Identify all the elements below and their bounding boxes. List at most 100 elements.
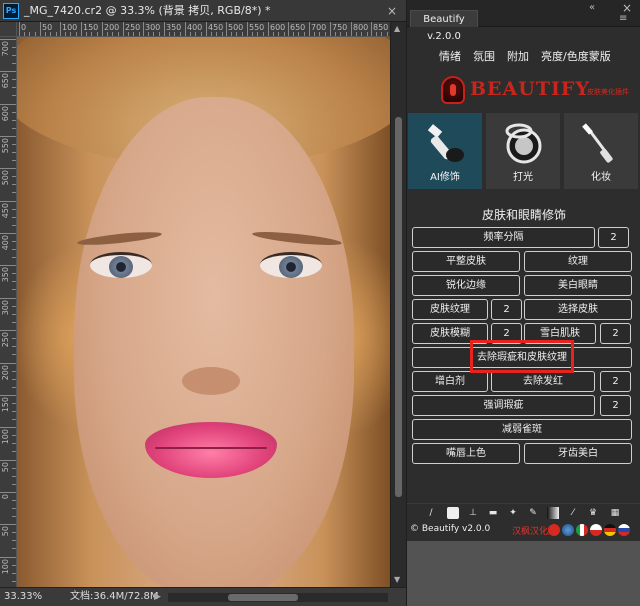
gradient-icon[interactable] [547, 507, 559, 519]
ruler-tick [0, 265, 16, 266]
wand-icon[interactable]: ✦ [507, 507, 519, 519]
collapse-icon[interactable]: « [589, 0, 595, 16]
horizontal-scrollbar[interactable] [168, 593, 388, 602]
italy-flag-icon[interactable] [576, 524, 588, 536]
texture-button[interactable]: 纹理 [524, 251, 632, 272]
grid-icon[interactable]: ▦ [609, 507, 621, 519]
scroll-up-icon[interactable]: ▲ [394, 24, 400, 33]
panel-footer: © Beautify v2.0.0 汉枫汉化版 [407, 521, 640, 541]
remove-redness-count[interactable]: 2 [600, 371, 631, 392]
menu-item-mood[interactable]: 情绪 [439, 48, 461, 66]
category-ai-retouch[interactable]: AI修饰 [408, 113, 482, 189]
scroll-thumb[interactable] [228, 594, 298, 601]
skin-blur-count[interactable]: 2 [491, 323, 522, 344]
ruler-tick [0, 39, 16, 40]
ruler-label: 50 [42, 23, 53, 32]
menu-item-extras[interactable]: 附加 [507, 48, 529, 66]
ruler-minor-tick [12, 128, 16, 129]
emphasize-flaws-button[interactable]: 强调瑕疵 [412, 395, 595, 416]
ruler-minor-tick [133, 32, 134, 36]
close-icon[interactable]: × [387, 0, 397, 22]
ruler-minor-tick [97, 32, 98, 36]
copyright-text: © Beautify v2.0.0 [410, 524, 491, 534]
skin-texture-count[interactable]: 2 [491, 299, 522, 320]
ruler-tick [164, 22, 165, 36]
scroll-down-icon[interactable]: ▼ [394, 575, 400, 584]
document-tab[interactable]: Ps _MG_7420.cr2 @ 33.3% (背景 拷贝, RGB/8*) … [0, 0, 406, 22]
menu-item-luminosity-mask[interactable]: 亮度/色度蒙版 [541, 48, 611, 66]
reduce-freckles-button[interactable]: 减弱雀斑 [412, 419, 632, 440]
whitener-button[interactable]: 增白剂 [412, 371, 488, 392]
dropper-icon[interactable]: ⁄ [567, 507, 579, 519]
paint-brush-icon[interactable]: ✎ [527, 507, 539, 519]
ruler-label: 0 [1, 494, 10, 500]
ruler-minor-tick [12, 249, 16, 250]
ruler-tick [0, 330, 16, 331]
ruler-label: 400 [187, 23, 203, 32]
status-menu-icon[interactable]: ▶ [154, 588, 161, 606]
panel-menu-icon[interactable]: ≡ [619, 13, 627, 25]
photo-canvas[interactable] [17, 37, 390, 587]
ruler-vertical[interactable]: 700 650 600 550 500 450 400 350 300 250 200 150 100 5… [0, 37, 17, 587]
skin-blur-button[interactable]: 皮肤模糊 [412, 323, 488, 344]
skin-texture-button[interactable]: 皮肤纹理 [412, 299, 488, 320]
eraser-icon[interactable]: ▬ [487, 507, 499, 519]
globe-icon[interactable] [562, 524, 574, 536]
ruler-minor-tick [153, 32, 154, 36]
category-makeup[interactable]: 化妆 [564, 113, 638, 189]
ruler-minor-tick [314, 32, 315, 36]
ruler-minor-tick [12, 354, 16, 355]
ruler-tick [0, 427, 16, 428]
snow-skin-button[interactable]: 雪白肌肤 [524, 323, 596, 344]
ruler-minor-tick [12, 403, 16, 404]
ruler-minor-tick [278, 32, 279, 36]
ruler-minor-tick [284, 32, 285, 36]
ruler-label: 50 [1, 462, 10, 473]
frequency-separation-count[interactable]: 2 [598, 227, 629, 248]
ruler-tick [0, 492, 16, 493]
category-lighting[interactable]: 打光 [486, 113, 560, 189]
germany-flag-icon[interactable] [604, 524, 616, 536]
stamp-tool-icon[interactable]: ⊥ [467, 507, 479, 519]
ruler-tick [123, 22, 124, 36]
ruler-corner[interactable] [0, 22, 17, 37]
brush-tool-icon[interactable]: ∕ [425, 507, 437, 519]
ruler-minor-tick [257, 32, 258, 36]
frequency-separation-button[interactable]: 频率分隔 [412, 227, 595, 248]
ruler-minor-tick [56, 32, 57, 36]
ruler-label: 600 [270, 23, 286, 32]
russia-flag-icon[interactable] [618, 524, 630, 536]
ruler-tick [0, 298, 16, 299]
smooth-skin-button[interactable]: 平整皮肤 [412, 251, 520, 272]
lip-color-button[interactable]: 嘴唇上色 [412, 443, 520, 464]
china-flag-icon[interactable] [548, 524, 560, 536]
remove-redness-button[interactable]: 去除发红 [491, 371, 595, 392]
poland-flag-icon[interactable] [590, 524, 602, 536]
ruler-minor-tick [12, 257, 16, 258]
ruler-minor-tick [376, 32, 377, 36]
menu-item-atmosphere[interactable]: 氛围 [473, 48, 495, 66]
zoom-level[interactable]: 33.33% [4, 588, 42, 606]
ruler-minor-tick [319, 32, 320, 36]
ruler-minor-tick [298, 32, 299, 36]
ruler-minor-tick [367, 32, 368, 36]
remove-blemishes-button[interactable]: 去除瑕疵和皮肤纹理 [412, 347, 632, 368]
sharpen-edges-button[interactable]: 锐化边缘 [412, 275, 520, 296]
snow-skin-count[interactable]: 2 [600, 323, 631, 344]
ruler-minor-tick [252, 32, 253, 36]
panel-tab[interactable]: Beautify v.2.0.0 [410, 10, 478, 42]
ruler-label: 700 [1, 41, 10, 57]
scroll-thumb[interactable] [395, 117, 402, 497]
panel-header: Beautify v.2.0.0 « × ≡ [407, 0, 640, 42]
eyelash-icon[interactable]: ♛ [587, 507, 599, 519]
vertical-scrollbar[interactable]: ▲ ▼ [390, 22, 406, 587]
select-skin-button[interactable]: 选择皮肤 [524, 299, 632, 320]
ruler-horizontal[interactable]: 0 50 100 150 200 250 300 350 400 450 500 550 600 650 7… [17, 22, 390, 37]
ruler-minor-tick [304, 32, 305, 36]
ruler-minor-tick [195, 32, 196, 36]
ruler-minor-tick [180, 32, 181, 36]
whiten-eyes-button[interactable]: 美白眼睛 [524, 275, 632, 296]
emphasize-flaws-count[interactable]: 2 [600, 395, 631, 416]
teeth-whiten-button[interactable]: 牙齿美白 [524, 443, 632, 464]
mask-icon[interactable] [447, 507, 459, 519]
